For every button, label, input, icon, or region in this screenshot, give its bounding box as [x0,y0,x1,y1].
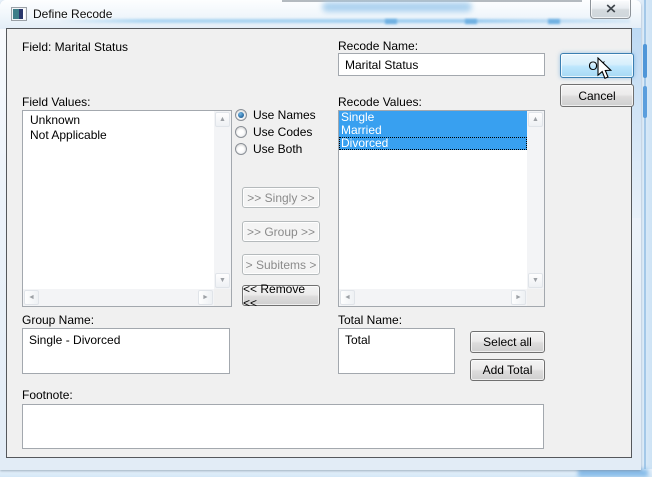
scroll-right-icon[interactable]: ► [511,290,526,305]
field-value-item[interactable]: Not Applicable [23,128,214,143]
glass-smudge [465,19,477,24]
scrollbar-corner [214,289,231,306]
field-values-items: UnknownNot Applicable [23,111,214,289]
glass-smudge [58,19,630,23]
recode-values-items: SingleMarriedDivorced [339,111,527,289]
close-button[interactable] [590,0,631,19]
scroll-left-icon[interactable]: ◄ [24,290,39,305]
footnote-box[interactable] [22,404,544,449]
recode-value-item[interactable]: Divorced [339,137,527,150]
dialog-client-area: Field: Marital Status Recode Name: OK Ca… [6,28,632,458]
horizontal-scrollbar[interactable]: ◄ ► [23,289,214,306]
scroll-right-icon[interactable]: ► [198,290,213,305]
window-title: Define Recode [33,7,112,21]
radio-button-icon [235,109,247,121]
radio-button-icon [235,126,247,138]
transfer-button-subitems[interactable]: > Subitems > [242,254,320,275]
radio-use-codes[interactable]: Use Codes [235,125,312,139]
titlebar[interactable]: Define Recode [0,0,641,29]
mouse-cursor [597,57,614,84]
define-recode-dialog: Define Recode Field: Marital Status Reco… [0,0,641,470]
cancel-button[interactable]: Cancel [560,84,634,107]
group-name-value: Single - Divorced [29,333,120,347]
glass-smudge [385,19,397,24]
scroll-up-icon[interactable]: ▲ [528,112,543,127]
scrollbar-corner [527,289,544,306]
radio-button-icon [235,143,247,155]
glass-smudge [322,2,472,12]
horizontal-scrollbar[interactable]: ◄ ► [339,289,527,306]
radio-label: Use Both [253,142,302,156]
select-all-button[interactable]: Select all [470,331,545,353]
group-name-label: Group Name: [22,313,94,327]
radio-use-both[interactable]: Use Both [235,142,302,156]
background-window-right-edge [641,0,652,477]
scroll-left-icon[interactable]: ◄ [340,290,355,305]
background-accent [643,44,647,78]
transfer-button-singly[interactable]: >> Singly >> [242,187,320,208]
field-value-item[interactable]: Unknown [23,113,214,128]
recode-values-label: Recode Values: [338,95,422,109]
radio-label: Use Codes [253,125,312,139]
radio-label: Use Names [253,108,316,122]
close-icon [606,2,616,16]
scroll-up-icon[interactable]: ▲ [215,112,230,127]
add-total-button[interactable]: Add Total [470,359,545,381]
total-name-box[interactable]: Total [338,328,455,374]
screen: Define Recode Field: Marital Status Reco… [0,0,652,477]
recode-name-label: Recode Name: [338,39,418,53]
scroll-down-icon[interactable]: ▼ [528,273,543,288]
radio-use-names[interactable]: Use Names [235,108,316,122]
group-name-box[interactable]: Single - Divorced [22,328,230,374]
field-label: Field: Marital Status [22,40,128,54]
glass-smudge [548,19,560,24]
total-name-label: Total Name: [338,313,402,327]
vertical-scrollbar[interactable]: ▲ ▼ [527,111,544,289]
total-name-value: Total [345,333,370,347]
app-icon [11,7,27,21]
scroll-down-icon[interactable]: ▼ [215,273,230,288]
field-values-label: Field Values: [22,95,90,109]
background-window-bottom-edge [0,469,652,477]
background-accent [578,469,648,477]
transfer-button-remove[interactable]: << Remove << [242,285,320,306]
recode-name-input[interactable] [338,53,545,76]
background-accent [643,86,647,118]
recode-values-listbox[interactable]: SingleMarriedDivorced ▲ ▼ ◄ ► [338,110,545,307]
transfer-button-group[interactable]: >> Group >> [242,221,320,242]
footnote-label: Footnote: [22,388,73,402]
field-values-listbox[interactable]: UnknownNot Applicable ▲ ▼ ◄ ► [22,110,232,307]
vertical-scrollbar[interactable]: ▲ ▼ [214,111,231,289]
